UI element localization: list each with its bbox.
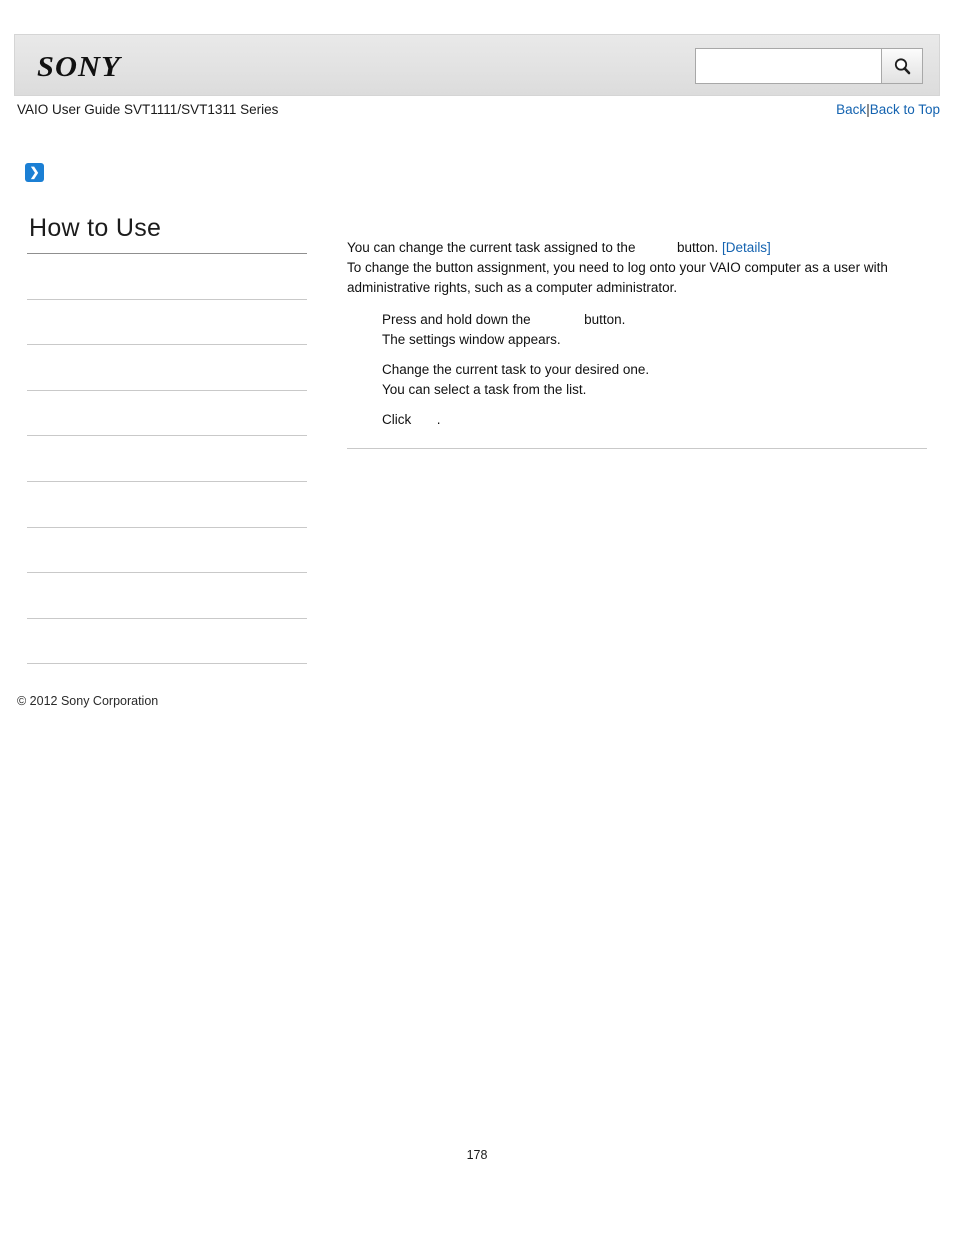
details-link[interactable]: [Details]	[722, 240, 771, 255]
content-divider	[347, 448, 927, 449]
step-2-line2: You can select a task from the list.	[382, 382, 587, 397]
sidebar-item-5[interactable]	[27, 435, 307, 481]
chevron-right-icon: ❯	[25, 163, 44, 182]
search-input[interactable]	[695, 48, 881, 84]
step-1-text-after: button.	[584, 312, 626, 327]
search-button[interactable]	[881, 48, 923, 84]
step-item-3: Click .	[347, 410, 927, 430]
intro-paragraph-line3: administrative rights, such as a compute…	[347, 280, 678, 295]
step-item-1: Press and hold down the button. The sett…	[347, 310, 927, 350]
step-1-line1: Press and hold down the button.	[382, 310, 927, 330]
intro-paragraph-line1: You can change the current task assigned…	[347, 238, 927, 258]
sidebar-item-4[interactable]	[27, 389, 307, 436]
steps-list: Press and hold down the button. The sett…	[347, 310, 927, 430]
sidebar-item-7[interactable]	[27, 526, 307, 573]
step-3-text-before: Click	[382, 412, 412, 427]
back-link[interactable]: Back	[836, 102, 866, 117]
sidebar-item-6[interactable]	[27, 480, 307, 527]
page-title: VAIO User Guide SVT1111/SVT1311 Series	[17, 102, 279, 117]
sidebar-item-3[interactable]	[27, 344, 307, 390]
sidebar-item-1[interactable]	[27, 253, 307, 299]
step-item-2: Change the current task to your desired …	[347, 360, 927, 400]
sidebar-item-2[interactable]	[27, 298, 307, 345]
main-content: You can change the current task assigned…	[347, 238, 927, 456]
step-2-line1: Change the current task to your desired …	[382, 362, 650, 377]
site-header: SONY	[14, 34, 940, 96]
sidebar-menu	[27, 253, 307, 709]
step-1-text-before: Press and hold down the	[382, 312, 531, 327]
step-1-line2: The settings window appears.	[382, 332, 561, 347]
search-icon	[894, 58, 911, 75]
sony-logo: SONY	[37, 51, 121, 83]
search-area	[695, 48, 923, 84]
back-to-top-link[interactable]: Back to Top	[870, 102, 940, 117]
copyright-notice: © 2012 Sony Corporation	[17, 694, 159, 708]
step-3-text-after: .	[436, 412, 441, 427]
sidebar: How to Use	[27, 214, 307, 709]
intro-text-before: You can change the current task assigned…	[347, 240, 636, 255]
sidebar-item-9[interactable]	[27, 617, 307, 664]
intro-paragraph-line2: To change the button assignment, you nee…	[347, 260, 888, 275]
document-title-row: VAIO User Guide SVT1111/SVT1311 Series B…	[14, 102, 940, 128]
sidebar-heading: How to Use	[29, 214, 162, 242]
sidebar-item-8[interactable]	[27, 572, 307, 618]
step-3-line1: Click .	[382, 410, 927, 430]
header-nav: Back|Back to Top	[836, 102, 940, 117]
intro-text-after: button.	[676, 240, 719, 255]
page-number: 178	[466, 1148, 488, 1162]
